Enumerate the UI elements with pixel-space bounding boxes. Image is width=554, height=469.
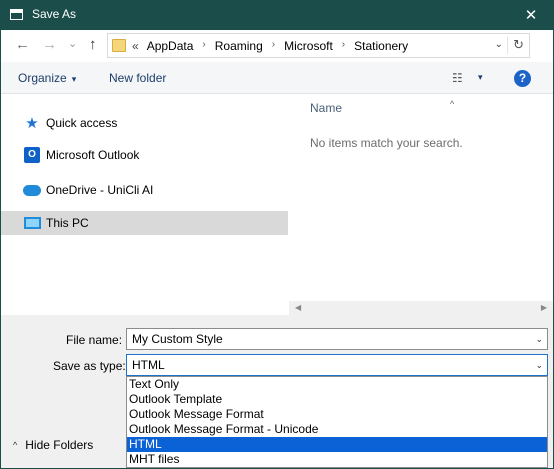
nav-item-label: This PC xyxy=(46,216,89,230)
file-name-value: My Custom Style xyxy=(132,332,223,346)
organize-label: Organize xyxy=(18,71,67,85)
file-name-input[interactable]: My Custom Style ⌄ xyxy=(126,328,548,350)
breadcrumb: « AppData › Roaming › Microsoft › Statio… xyxy=(132,39,408,53)
back-arrow-icon: ← xyxy=(15,36,30,53)
window-title: Save As xyxy=(32,7,77,21)
nav-item-onedrive[interactable]: OneDrive - UniCli AI xyxy=(1,178,288,202)
navigation-pane: ★ Quick access O Microsoft Outlook OneDr… xyxy=(1,95,288,315)
scroll-right-icon[interactable]: ▶ xyxy=(541,303,547,312)
forward-button[interactable]: → xyxy=(42,37,57,53)
chevron-down-icon: ⌄ xyxy=(494,39,503,50)
option-mht-files[interactable]: MHT files xyxy=(127,452,547,467)
hide-folders-label: Hide Folders xyxy=(25,438,94,452)
option-html[interactable]: HTML xyxy=(127,437,547,452)
computer-icon xyxy=(23,215,41,231)
folder-icon xyxy=(112,39,126,52)
hide-folders-button[interactable]: ^ Hide Folders xyxy=(13,438,93,452)
chevron-up-icon: ^ xyxy=(13,440,18,450)
breadcrumb-roaming[interactable]: Roaming xyxy=(215,39,263,53)
view-options-dropdown[interactable]: ▾ xyxy=(478,72,483,83)
help-icon: ? xyxy=(518,71,527,85)
caret-down-icon: ▾ xyxy=(71,74,77,84)
star-icon: ★ xyxy=(25,115,39,132)
vertical-scrollbar[interactable] xyxy=(543,95,553,301)
nav-item-this-pc[interactable]: This PC xyxy=(1,211,288,235)
chevron-right-icon[interactable]: › xyxy=(342,39,345,53)
cloud-icon xyxy=(23,182,41,198)
save-as-type-dropdown-list: Text Only Outlook Template Outlook Messa… xyxy=(126,376,548,468)
nav-item-label: OneDrive - UniCli AI xyxy=(46,183,154,197)
chevron-down-icon[interactable]: ⌄ xyxy=(535,329,543,349)
horizontal-scrollbar[interactable]: ◀ ▶ xyxy=(289,301,553,315)
refresh-button[interactable]: ↻ xyxy=(513,37,524,53)
breadcrumb-stationery[interactable]: Stationery xyxy=(354,39,408,53)
save-as-type-select[interactable]: HTML ⌄ xyxy=(126,354,548,376)
window-icon xyxy=(10,9,23,20)
sort-ascending-icon: ^ xyxy=(450,99,455,109)
close-icon: ✕ xyxy=(524,7,538,24)
divider xyxy=(507,37,508,54)
outlook-icon: O xyxy=(23,147,41,163)
option-text-only[interactable]: Text Only xyxy=(127,377,547,392)
address-dropdown-button[interactable]: ⌄ xyxy=(495,39,503,50)
chevron-right-icon[interactable]: › xyxy=(202,39,205,53)
help-button[interactable]: ? xyxy=(514,70,531,87)
option-outlook-message-format-unicode[interactable]: Outlook Message Format - Unicode xyxy=(127,422,547,437)
new-folder-button[interactable]: New folder xyxy=(109,71,166,85)
nav-item-label: Microsoft Outlook xyxy=(46,148,140,162)
nav-item-quick-access[interactable]: ★ Quick access xyxy=(1,111,288,135)
new-folder-label: New folder xyxy=(109,71,167,85)
file-list: Name ^ No items match your search. xyxy=(289,95,553,315)
address-bar[interactable]: « AppData › Roaming › Microsoft › Statio… xyxy=(107,33,530,58)
up-button[interactable]: ↑ xyxy=(89,37,97,53)
close-button[interactable]: ✕ xyxy=(508,0,554,30)
title-bar: Save As ✕ xyxy=(0,0,554,30)
forward-arrow-icon: → xyxy=(42,36,57,53)
scroll-left-icon[interactable]: ◀ xyxy=(295,303,301,312)
breadcrumb-overflow[interactable]: « xyxy=(132,39,139,53)
breadcrumb-appdata[interactable]: AppData xyxy=(147,39,194,53)
nav-item-microsoft-outlook[interactable]: O Microsoft Outlook xyxy=(1,143,288,167)
nav-item-label: Quick access xyxy=(46,116,118,130)
chevron-down-icon: ⌄ xyxy=(68,38,78,50)
chevron-right-icon[interactable]: › xyxy=(272,39,275,53)
recent-locations-button[interactable]: ⌄ xyxy=(68,36,77,52)
breadcrumb-microsoft[interactable]: Microsoft xyxy=(284,39,333,53)
up-arrow-icon: ↑ xyxy=(89,36,97,53)
organize-button[interactable]: Organize ▾ xyxy=(18,71,76,85)
option-outlook-message-format[interactable]: Outlook Message Format xyxy=(127,407,547,422)
caret-down-icon: ▾ xyxy=(478,72,483,82)
back-button[interactable]: ← xyxy=(15,37,30,53)
file-name-label: File name: xyxy=(66,333,123,347)
command-bar: Organize ▾ New folder ☷ ▾ ? xyxy=(1,62,553,94)
option-outlook-template[interactable]: Outlook Template xyxy=(127,392,547,407)
save-as-type-label: Save as type: xyxy=(53,359,126,373)
chevron-down-icon: ⌄ xyxy=(535,360,543,370)
refresh-icon: ↻ xyxy=(513,37,524,52)
details-view-icon: ☷ xyxy=(452,71,463,85)
view-options-button[interactable]: ☷ xyxy=(452,71,463,85)
save-as-type-value: HTML xyxy=(132,358,165,372)
empty-state-message: No items match your search. xyxy=(310,136,463,150)
column-header-name[interactable]: Name ^ xyxy=(310,99,454,115)
